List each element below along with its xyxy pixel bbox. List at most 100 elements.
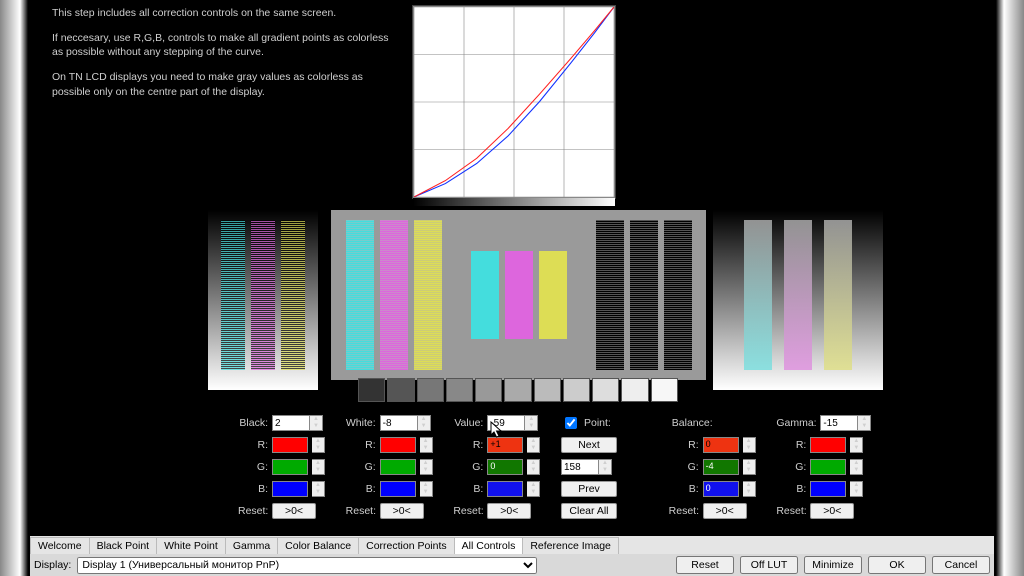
balance-blue-swatch[interactable]: 0 [703,481,739,497]
spin-down-icon[interactable]: ▼ [743,489,755,496]
balance-red-swatch[interactable]: 0 [703,437,739,453]
spin-down-icon[interactable]: ▼ [850,445,862,452]
spin-up-icon[interactable]: ▲ [420,460,432,467]
instruction-line: On TN LCD displays you need to make gray… [52,70,392,99]
spin-up-icon[interactable]: ▲ [527,460,539,467]
spin-up-icon[interactable]: ▲ [420,438,432,445]
point-label: Point: [584,417,611,429]
value-label: Value: [453,417,483,429]
tab-reference-image[interactable]: Reference Image [522,537,619,554]
instructions: This step includes all correction contro… [52,6,392,109]
reset-value-button[interactable]: >0< [487,503,531,519]
spin-down-icon[interactable]: ▼ [312,445,324,452]
spin-down-icon[interactable]: ▼ [312,467,324,474]
g-label: G: [346,461,376,473]
spin-down-icon[interactable]: ▼ [527,467,539,474]
tab-white-point[interactable]: White Point [156,537,226,554]
spin-up-icon[interactable]: ▲ [743,460,755,467]
r-label: R: [669,439,699,451]
reset-button[interactable]: Reset [676,556,734,574]
spin-up-icon[interactable]: ▲ [599,460,611,467]
curve-chart [413,6,615,198]
spin-up-icon[interactable]: ▲ [743,438,755,445]
spin-down-icon[interactable]: ▼ [527,489,539,496]
display-select[interactable]: Display 1 (Универсальный монитор PnP) [77,557,537,574]
spin-up-icon[interactable]: ▲ [312,438,324,445]
reset-black-button[interactable]: >0< [272,503,316,519]
spin-down-icon[interactable]: ▼ [418,423,430,430]
spin-down-icon[interactable]: ▼ [850,467,862,474]
reset-balance-button[interactable]: >0< [703,503,747,519]
spin-down-icon[interactable]: ▼ [599,467,611,474]
green-swatch[interactable] [380,459,416,475]
b-label: B: [453,483,483,495]
blue-swatch[interactable] [380,481,416,497]
black-input[interactable]: ▲▼ [272,415,323,431]
tab-gamma[interactable]: Gamma [225,537,278,554]
tab-bar: Welcome Black Point White Point Gamma Co… [30,536,994,554]
spin-down-icon[interactable]: ▼ [420,489,432,496]
value-input[interactable]: ▲▼ [487,415,538,431]
spin-up-icon[interactable]: ▲ [850,438,862,445]
spin-up-icon[interactable]: ▲ [310,416,322,423]
next-button[interactable]: Next [561,437,617,453]
spin-down-icon[interactable]: ▼ [310,423,322,430]
white-input[interactable]: ▲▼ [380,415,431,431]
balance-green-swatch[interactable]: -4 [703,459,739,475]
green-value-swatch[interactable]: 0 [487,459,523,475]
spin-down-icon[interactable]: ▼ [420,467,432,474]
gamma-input[interactable]: ▲▼ [820,415,871,431]
spin-up-icon[interactable]: ▲ [527,438,539,445]
red-swatch[interactable] [380,437,416,453]
red-swatch[interactable] [810,437,846,453]
spin-up-icon[interactable]: ▲ [420,482,432,489]
blue-swatch[interactable] [810,481,846,497]
yellow-stripe [281,220,305,370]
spin-down-icon[interactable]: ▼ [312,489,324,496]
clear-all-button[interactable]: Clear All [561,503,617,519]
chart-gradient-strip [413,198,615,206]
prev-button[interactable]: Prev [561,481,617,497]
reset-label: Reset: [776,505,806,517]
red-swatch[interactable] [272,437,308,453]
reset-gamma-button[interactable]: >0< [810,503,854,519]
spin-up-icon[interactable]: ▲ [312,460,324,467]
blue-value-swatch[interactable] [487,481,523,497]
ok-button[interactable]: OK [868,556,926,574]
point-checkbox[interactable] [565,417,577,429]
spin-up-icon[interactable]: ▲ [850,482,862,489]
point-index-input[interactable]: ▲▼ [561,459,612,475]
tab-black-point[interactable]: Black Point [89,537,158,554]
off-lut-button[interactable]: Off LUT [740,556,798,574]
green-swatch[interactable] [810,459,846,475]
tab-color-balance[interactable]: Color Balance [277,537,359,554]
spin-down-icon[interactable]: ▼ [743,445,755,452]
spin-down-icon[interactable]: ▼ [525,423,537,430]
tab-all-controls[interactable]: All Controls [454,537,524,554]
spin-down-icon[interactable]: ▼ [527,445,539,452]
green-swatch[interactable] [272,459,308,475]
red-value-swatch[interactable]: +1 [487,437,523,453]
instruction-line: If neccesary, use R,G,B, controls to mak… [52,31,392,60]
reset-white-button[interactable]: >0< [380,503,424,519]
reset-label: Reset: [669,505,699,517]
spin-up-icon[interactable]: ▲ [743,482,755,489]
spin-down-icon[interactable]: ▼ [420,445,432,452]
black-label: Black: [238,417,268,429]
minimize-button[interactable]: Minimize [804,556,862,574]
blue-swatch[interactable] [272,481,308,497]
spin-up-icon[interactable]: ▲ [312,482,324,489]
spin-up-icon[interactable]: ▲ [858,416,870,423]
cancel-button[interactable]: Cancel [932,556,990,574]
spin-down-icon[interactable]: ▼ [743,467,755,474]
r-label: R: [346,439,376,451]
spin-down-icon[interactable]: ▼ [858,423,870,430]
spin-up-icon[interactable]: ▲ [525,416,537,423]
reset-label: Reset: [238,505,268,517]
spin-up-icon[interactable]: ▲ [418,416,430,423]
tab-correction-points[interactable]: Correction Points [358,537,455,554]
tab-welcome[interactable]: Welcome [30,537,90,554]
spin-up-icon[interactable]: ▲ [850,460,862,467]
spin-up-icon[interactable]: ▲ [527,482,539,489]
spin-down-icon[interactable]: ▼ [850,489,862,496]
